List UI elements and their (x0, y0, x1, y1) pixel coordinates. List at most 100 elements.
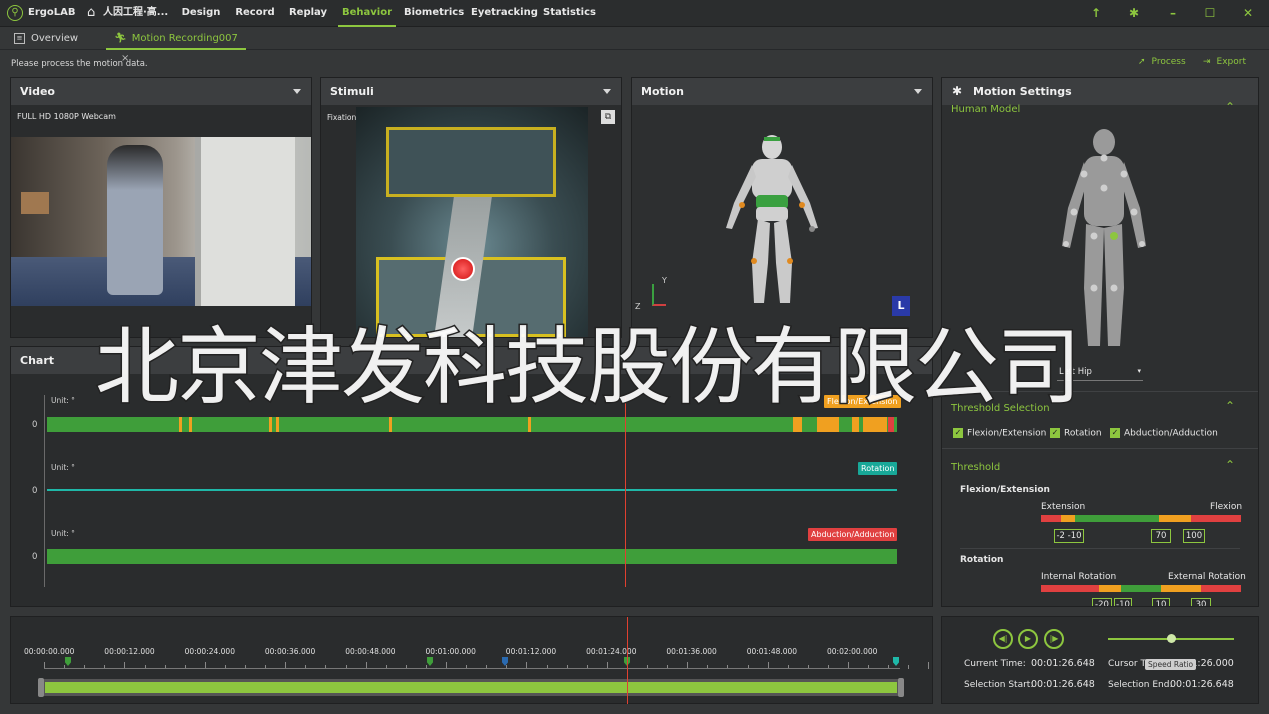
human-model-title: Human Model (951, 104, 1021, 115)
tab-motion-label: Motion Recording007 (131, 33, 238, 44)
motion-panel: Motion Y Z L (631, 77, 933, 338)
chart-y-axis (44, 395, 45, 587)
series-3-unit: Unit: ° (51, 529, 75, 538)
rocket-icon: ➚ (1138, 57, 1146, 67)
timeline-axis (44, 668, 900, 669)
fullscreen-icon[interactable]: ⧉ (601, 110, 615, 124)
checkbox-abduction-label: Abduction/Adduction (1124, 428, 1218, 439)
rotation-threshold-bar[interactable] (1041, 585, 1241, 592)
timeline-tick-label: 00:00:48.000 (345, 647, 396, 656)
chart-cursor-line[interactable] (625, 395, 626, 587)
app-name: ErgoLAB (28, 7, 76, 18)
menu-biometrics[interactable]: Biometrics (404, 0, 464, 27)
rotation-threshold-2[interactable]: -10 (1114, 598, 1132, 606)
series-2-unit: Unit: ° (51, 463, 75, 472)
external-rotation-label: External Rotation (1168, 572, 1246, 582)
fixation-point (451, 257, 475, 281)
tab-motion-recording[interactable]: 🏃︎ Motion Recording007 × (106, 29, 246, 64)
selection-end-value: 00:01:26.648 (1170, 679, 1234, 690)
upload-icon[interactable]: ↑ (1086, 4, 1106, 22)
export-button[interactable]: ⇥ Export (1203, 57, 1246, 67)
flexion-threshold-bar[interactable] (1041, 515, 1241, 522)
chevron-down-icon[interactable] (603, 89, 611, 94)
step-back-button[interactable]: ◀| (993, 629, 1013, 649)
chevron-down-icon: ▾ (1137, 367, 1141, 375)
series-3-bar[interactable] (47, 549, 897, 564)
chart-title: Chart (20, 354, 55, 367)
video-title: Video (20, 85, 55, 98)
range-handle-left[interactable] (38, 678, 44, 697)
status-message: Please process the motion data. (11, 59, 148, 69)
check-icon: ✓ (1050, 428, 1060, 438)
menu-replay[interactable]: Replay (287, 0, 329, 27)
chevron-up-icon[interactable]: ⌃ (1225, 399, 1235, 413)
timeline-tick-label: 00:01:24.000 (586, 647, 637, 656)
step-forward-button[interactable]: |▶ (1044, 629, 1064, 649)
menu-eyetracking[interactable]: Eyetracking (471, 0, 538, 27)
video-panel-header: Video (11, 78, 311, 105)
minimize-icon[interactable]: – (1163, 4, 1183, 22)
tab-bar: ≡ Overview 🏃︎ Motion Recording007 × (0, 28, 1269, 64)
rotation-threshold-4[interactable]: 30 (1191, 598, 1211, 606)
timeline-tick-label: 00:01:48.000 (746, 647, 798, 656)
checkbox-flexion-label: Flexion/Extension (967, 428, 1047, 439)
menu-behavior[interactable]: Behavior (338, 0, 396, 27)
stimuli-panel-header: Stimuli (321, 78, 621, 105)
rotation-threshold-1[interactable]: -20 (1092, 598, 1112, 606)
series-2-line[interactable] (47, 489, 897, 491)
gear-icon: ✱ (952, 84, 963, 98)
checkbox-abduction[interactable]: ✓ Abduction/Adduction (1110, 428, 1218, 439)
timeline-range-bar[interactable] (45, 682, 897, 693)
chevron-down-icon[interactable] (293, 89, 301, 94)
series-2-tag: Rotation (858, 462, 898, 475)
flexion-threshold-1-a: -2 (1056, 531, 1065, 541)
timeline-cursor-line[interactable] (627, 617, 629, 704)
rotation-threshold-3[interactable]: 10 (1152, 598, 1170, 606)
flexion-threshold-1[interactable]: -2 -10 (1054, 529, 1084, 543)
chevron-down-icon[interactable] (914, 89, 922, 94)
chevron-up-icon[interactable]: ⌃ (1225, 458, 1235, 472)
range-handle-right[interactable] (898, 678, 904, 697)
gear-icon[interactable]: ✱ (1124, 4, 1144, 22)
timeline-tick-mark (908, 665, 910, 669)
avatar-3d[interactable] (712, 133, 832, 313)
process-button[interactable]: ➚ Process (1138, 57, 1186, 67)
tab-overview-label: Overview (31, 33, 79, 44)
stimuli-panel: Stimuli Fixation ⧉ (320, 77, 622, 338)
menu-statistics[interactable]: Statistics (543, 0, 596, 27)
export-label: Export (1216, 57, 1247, 67)
motion-settings-header: ✱ Motion Settings (942, 78, 1258, 105)
flexion-threshold-3[interactable]: 70 (1151, 529, 1171, 543)
stimuli-title: Stimuli (330, 85, 374, 98)
check-icon: ✓ (1110, 428, 1120, 438)
checkbox-rotation[interactable]: ✓ Rotation (1050, 428, 1102, 439)
flexion-threshold-4[interactable]: 100 (1183, 529, 1205, 543)
selection-start-value: 00:01:26.648 (1031, 679, 1095, 690)
timeline-tick-label: 00:01:00.000 (425, 647, 476, 656)
menu-record[interactable]: Record (235, 0, 275, 27)
close-icon[interactable]: ✕ (1238, 4, 1258, 22)
list-icon: ≡ (14, 32, 25, 44)
chevron-up-icon[interactable]: ⌃ (1225, 100, 1235, 114)
tab-overview[interactable]: ≡ Overview (14, 29, 94, 50)
fixation-label: Fixation (327, 113, 357, 122)
timeline-tick-label: 00:00:12.000 (104, 647, 155, 656)
project-name[interactable]: 人因工程·高... (103, 0, 168, 26)
video-frame[interactable] (11, 137, 311, 306)
door-frame (195, 137, 295, 306)
extension-label: Extension (1041, 502, 1086, 512)
maximize-icon[interactable]: ☐ (1200, 4, 1220, 22)
timeline-tick-label: 00:00:00.000 (24, 647, 75, 656)
series-2-zero: 0 (32, 486, 38, 496)
play-button[interactable]: ▶ (1018, 629, 1038, 649)
rotation-threshold-title: Rotation (960, 555, 1004, 565)
selection-end-label: Selection End: (1108, 680, 1173, 690)
current-time-value: 00:01:26.648 (1031, 658, 1095, 669)
speed-slider-thumb[interactable] (1166, 634, 1176, 643)
export-icon: ⇥ (1203, 57, 1211, 67)
running-person-icon: 🏃︎ (114, 33, 127, 44)
checkbox-flexion[interactable]: ✓ Flexion/Extension (953, 428, 1046, 439)
threshold-title: Threshold (951, 462, 1001, 473)
home-icon[interactable]: ⌂ (87, 5, 95, 20)
menu-design[interactable]: Design (180, 0, 222, 27)
